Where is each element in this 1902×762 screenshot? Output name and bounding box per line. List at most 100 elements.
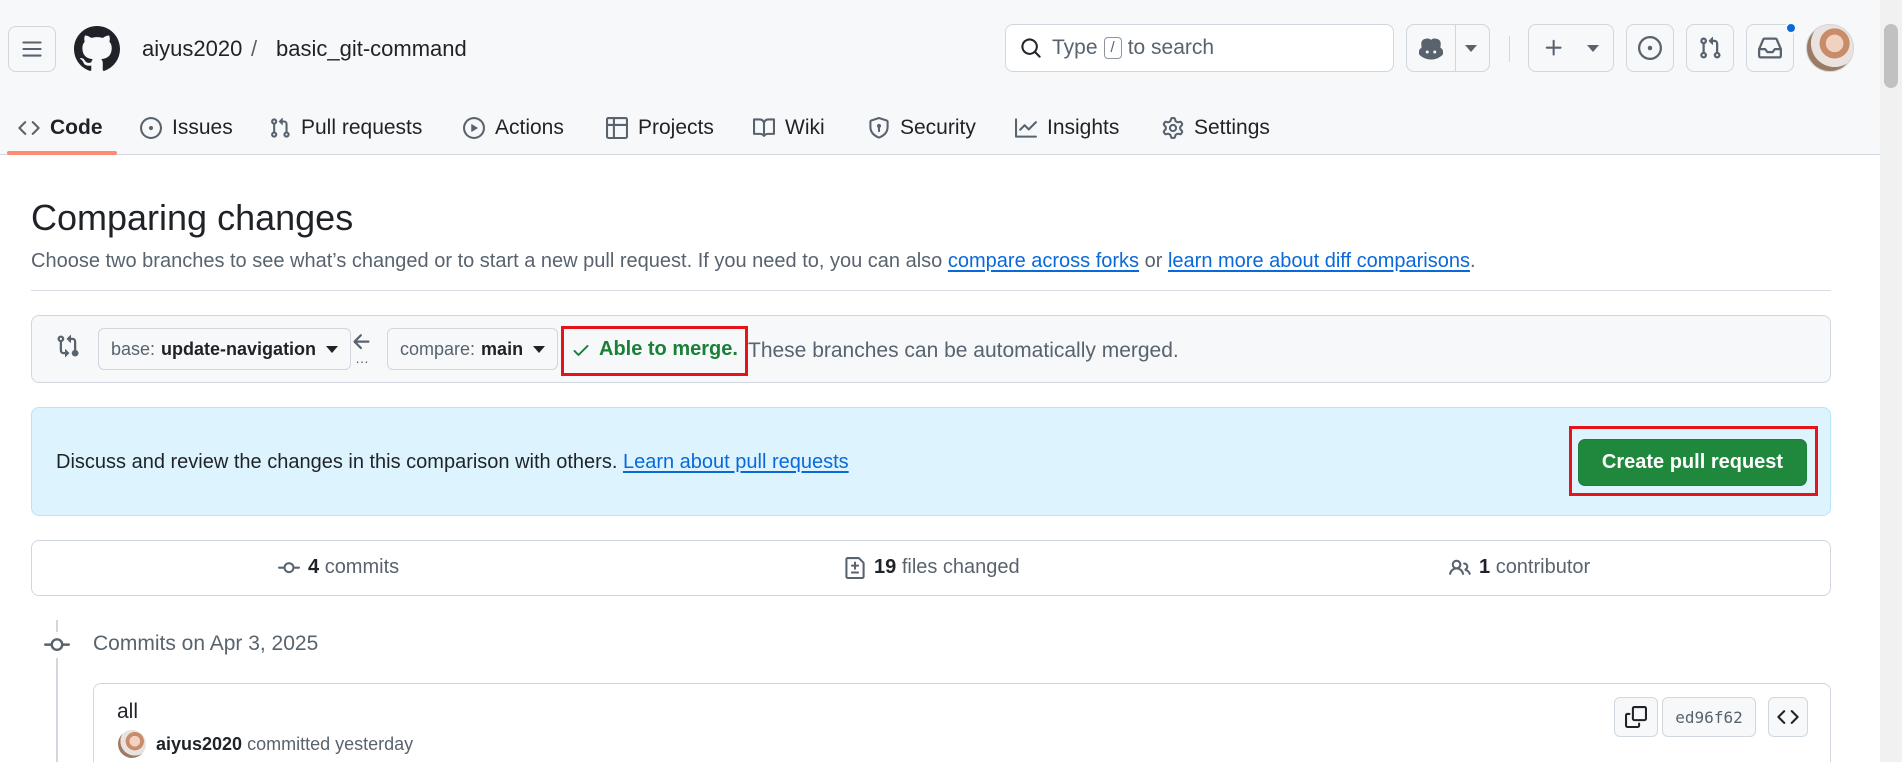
unread-indicator: [1785, 22, 1797, 34]
menu-button[interactable]: [8, 26, 56, 72]
browse-repo-button[interactable]: [1768, 697, 1808, 737]
compare-prefix: compare:: [400, 338, 476, 359]
annotation-highlight-merge: [561, 326, 748, 376]
app-header: aiyus2020 / basic_git-command Type / to …: [0, 0, 1880, 155]
commit-time: committed yesterday: [247, 734, 414, 754]
repo-tabs: Code Issues Pull requests Actions Projec…: [0, 100, 1880, 155]
graph-icon: [1015, 117, 1037, 138]
files-count: 19: [874, 556, 897, 578]
chevron-down-icon: [326, 345, 339, 353]
flash-text: Discuss and review the changes in this c…: [56, 451, 618, 473]
base-branch-name: update-navigation: [161, 338, 317, 359]
chevron-down-icon: [533, 345, 546, 353]
tab-insights[interactable]: Insights: [1015, 100, 1119, 155]
tab-code-label: Code: [50, 115, 103, 139]
scrollbar-track[interactable]: [1880, 0, 1902, 762]
header-divider: [1509, 36, 1510, 62]
tab-actions-label: Actions: [495, 115, 564, 139]
tab-issues[interactable]: Issues: [140, 100, 233, 155]
contributors-count: 1: [1479, 556, 1491, 578]
book-icon: [753, 117, 775, 137]
intro-period: .: [1469, 250, 1476, 272]
tab-pull-requests-label: Pull requests: [301, 115, 423, 139]
commit-author-avatar[interactable]: [118, 730, 146, 758]
file-diff-icon: [845, 556, 865, 579]
your-pull-requests-button[interactable]: [1686, 24, 1734, 72]
divider: [31, 290, 1831, 291]
chevron-down-icon: [1587, 45, 1599, 52]
tab-actions[interactable]: Actions: [463, 100, 564, 155]
scrollbar-thumb[interactable]: [1884, 24, 1898, 88]
git-pull-request-icon: [271, 117, 290, 138]
commit-author-link[interactable]: aiyus2020: [156, 734, 242, 754]
search-placeholder-suffix: to search: [1127, 36, 1215, 59]
commits-stat[interactable]: 4 commits: [278, 556, 399, 579]
breadcrumb-repo[interactable]: basic_git-command: [276, 36, 467, 62]
base-branch-select[interactable]: base: update-navigation: [98, 328, 352, 370]
tab-settings[interactable]: Settings: [1162, 100, 1270, 155]
tab-security[interactable]: Security: [868, 100, 976, 155]
people-icon: [1449, 559, 1471, 575]
search-shortcut-key: /: [1103, 37, 1122, 59]
user-avatar[interactable]: [1806, 24, 1854, 72]
git-commit-icon: [44, 632, 70, 658]
shield-icon: [869, 116, 889, 139]
inbox-icon: [1758, 37, 1782, 59]
contributors-label: contributor: [1495, 556, 1591, 578]
commits-label: commits: [324, 556, 400, 578]
plus-icon: [1543, 37, 1565, 59]
tab-insights-label: Insights: [1047, 115, 1120, 139]
search-placeholder-prefix: Type: [1052, 36, 1098, 59]
commits-date-header: Commits on Apr 3, 2025: [93, 632, 319, 655]
compare-branch-select[interactable]: compare: main: [387, 328, 559, 370]
tab-security-label: Security: [900, 115, 976, 139]
arrow-left-icon: …: [350, 330, 374, 370]
commit-meta: aiyus2020 committed yesterday: [156, 734, 413, 755]
compare-across-forks-link[interactable]: compare across forks: [948, 250, 1139, 272]
files-changed-stat[interactable]: 19 files changed: [844, 556, 1020, 579]
git-compare-icon: [56, 334, 82, 360]
annotation-highlight-create-pr: [1569, 426, 1818, 496]
base-prefix: base:: [111, 338, 156, 359]
active-tab-indicator: [7, 151, 117, 155]
tab-projects[interactable]: Projects: [606, 100, 714, 155]
compare-intro: Choose two branches to see what’s change…: [31, 250, 1476, 273]
hamburger-icon: [22, 41, 42, 57]
flash-message: Discuss and review the changes in this c…: [56, 451, 849, 474]
chevron-down-icon[interactable]: [1465, 45, 1477, 52]
learn-about-pull-requests-link[interactable]: Learn about pull requests: [623, 451, 849, 473]
search-icon: [1021, 38, 1041, 58]
git-pull-request-icon: [1700, 36, 1721, 59]
table-icon: [606, 116, 628, 139]
code-icon: [1777, 710, 1799, 724]
intro-text: Choose two branches to see what’s change…: [31, 250, 943, 272]
tab-wiki[interactable]: Wiki: [753, 100, 825, 155]
contributors-stat[interactable]: 1 contributor: [1449, 556, 1590, 579]
commits-count: 4: [308, 556, 320, 578]
commit-message-link[interactable]: all: [117, 700, 138, 724]
search-input[interactable]: Type / to search: [1005, 24, 1394, 72]
github-logo-icon[interactable]: [74, 26, 120, 72]
top-bar: aiyus2020 / basic_git-command Type / to …: [0, 0, 1880, 96]
commit-sha-link[interactable]: ed96f62: [1662, 697, 1756, 737]
copy-icon: [1625, 706, 1647, 728]
tab-projects-label: Projects: [638, 115, 714, 139]
issue-opened-icon: [1638, 36, 1662, 60]
breadcrumb-separator: /: [251, 36, 258, 61]
tab-settings-label: Settings: [1194, 115, 1270, 139]
tab-pull-requests[interactable]: Pull requests: [269, 100, 422, 155]
learn-diff-comparisons-link[interactable]: learn more about diff comparisons: [1168, 250, 1470, 272]
breadcrumb-owner[interactable]: aiyus2020: [142, 36, 242, 62]
copy-sha-button[interactable]: [1614, 697, 1658, 737]
tab-code[interactable]: Code: [18, 100, 103, 155]
copilot-icon[interactable]: [1419, 37, 1443, 61]
compare-branch-name: main: [481, 338, 524, 359]
tab-wiki-label: Wiki: [785, 115, 825, 139]
play-icon: [463, 116, 485, 139]
intro-or: or: [1144, 250, 1163, 272]
issue-opened-icon: [140, 116, 162, 139]
your-issues-button[interactable]: [1626, 24, 1674, 72]
git-commit-icon: [278, 561, 300, 573]
create-new-button[interactable]: [1528, 24, 1614, 72]
tab-issues-label: Issues: [172, 115, 233, 139]
